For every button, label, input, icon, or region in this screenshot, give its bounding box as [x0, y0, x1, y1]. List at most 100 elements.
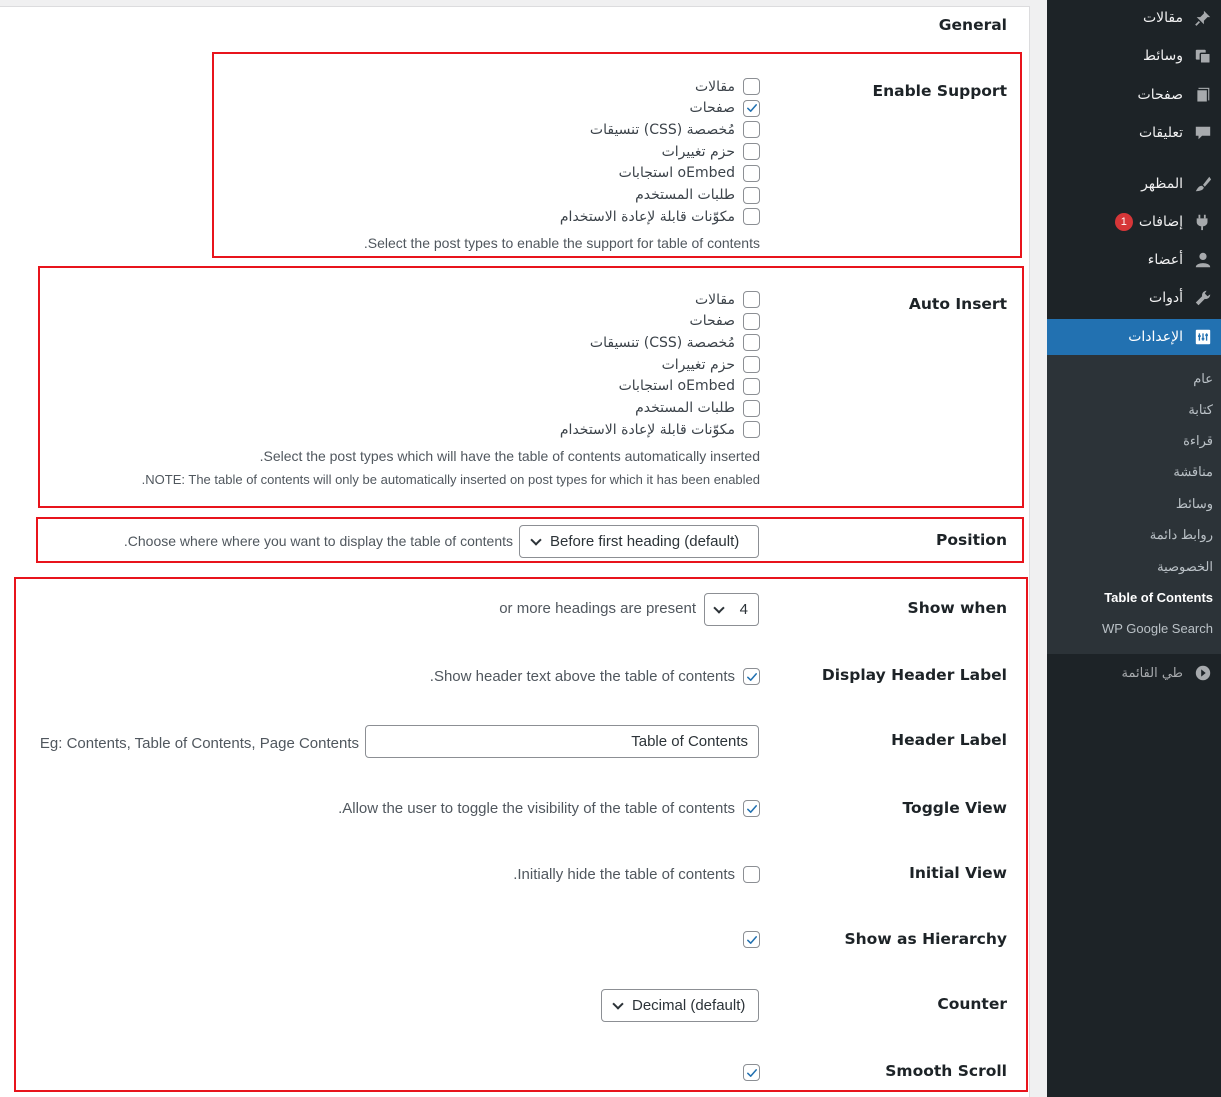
smooth-scroll-checkbox[interactable] [743, 1064, 760, 1081]
users-icon [1193, 250, 1213, 270]
enable-support-option-label: مكوّنات قابلة لإعادة الاستخدام [559, 208, 735, 225]
enable-support-option-checkbox[interactable] [743, 99, 760, 117]
enable-support-option: تنسيقات (CSS) مُخصصة [589, 121, 760, 139]
toggle-view-row: .Allow the user to toggle the visibility… [338, 800, 760, 817]
collapse-menu-button[interactable]: طي القائمة [1047, 655, 1221, 691]
enable-support-option-checkbox[interactable] [743, 121, 760, 139]
admin-sidebar: مقالات وسائط صفحات تعليقات المظهر 1 إضافات أعضا… [1039, 0, 1221, 1097]
current-menu-arrow [1039, 329, 1047, 345]
auto-insert-option: صفحات [690, 312, 760, 330]
settings-submenu: عام كتابة قراءة مناقشة وسائط روابط دائمة الخصو… [1047, 355, 1221, 654]
submenu-item-8[interactable]: Table of Contents [1104, 590, 1213, 605]
auto-insert-option-label: حزم تغييرات [661, 356, 735, 373]
sidebar-item-4[interactable]: تعليقات [1047, 115, 1221, 151]
submenu-item-6[interactable]: روابط دائمة [1150, 527, 1213, 543]
enable-support-option-checkbox[interactable] [743, 143, 760, 161]
update-count-badge: 1 [1114, 213, 1133, 231]
enable-support-option-label: مقالات [694, 78, 735, 95]
submenu-item-4[interactable]: مناقشة [1173, 464, 1213, 480]
show-when-select[interactable]: 4 [704, 593, 759, 626]
enable-support-label: Enable Support [872, 82, 1008, 100]
auto-insert-option-checkbox[interactable] [743, 291, 760, 308]
sidebar-item-label: أعضاء [1147, 252, 1183, 268]
settings-icon [1193, 327, 1213, 347]
sidebar-item-9[interactable]: الإعدادات [1039, 319, 1221, 355]
auto-insert-description: .Select the post types which will have t… [259, 448, 760, 464]
auto-insert-option: مكوّنات قابلة لإعادة الاستخدام [560, 421, 760, 439]
sidebar-item-5[interactable]: المظهر [1047, 166, 1221, 202]
pushpin-icon [1193, 8, 1213, 28]
auto-insert-option-checkbox[interactable] [743, 334, 760, 352]
enable-support-option-checkbox[interactable] [743, 208, 760, 226]
header-label-input[interactable]: Table of Contents [365, 725, 759, 758]
submenu-item-2[interactable]: كتابة [1188, 402, 1213, 418]
auto-insert-option: تنسيقات (CSS) مُخصصة [589, 334, 760, 352]
smooth-scroll-label: Smooth Scroll [885, 1062, 1007, 1080]
show-when-suffix: or more headings are present [499, 600, 696, 617]
display-header-label-checkbox[interactable] [743, 668, 760, 685]
sidebar-item-label: الإعدادات [1128, 329, 1183, 345]
submenu-item-1[interactable]: عام [1193, 371, 1213, 387]
show-as-hierarchy-row [735, 931, 760, 948]
enable-support-description: .Select the post types to enable the sup… [363, 235, 760, 251]
pages-icon [1193, 85, 1213, 105]
sidebar-item-1[interactable]: مقالات [1047, 0, 1221, 36]
show-as-hierarchy-checkbox[interactable] [743, 931, 760, 948]
sidebar-item-3[interactable]: صفحات [1047, 77, 1221, 113]
initial-view-label: Initial View [909, 864, 1007, 882]
position-selected-value: Before first heading (default) [550, 533, 740, 550]
auto-insert-option-checkbox[interactable] [743, 399, 760, 417]
auto-insert-label: Auto Insert [908, 295, 1007, 313]
show-when-value: 4 [739, 601, 748, 618]
submenu-item-5[interactable]: وسائط [1176, 496, 1213, 512]
collapse-menu-label: طي القائمة [1121, 665, 1183, 681]
submenu-item-3[interactable]: قراءة [1183, 433, 1213, 449]
comment-icon [1193, 123, 1213, 143]
enable-support-option-label: صفحات [689, 100, 735, 117]
section-title: General [938, 16, 1007, 34]
admin-screen: General Enable Support مقالات صفحات تنسيقا… [0, 0, 1221, 1097]
auto-insert-option: طلبات المستخدم [635, 399, 760, 417]
plugin-icon [1193, 212, 1213, 232]
toggle-view-description: .Allow the user to toggle the visibility… [338, 800, 735, 817]
auto-insert-option-checkbox[interactable] [743, 356, 760, 374]
sidebar-item-7[interactable]: أعضاء [1047, 242, 1221, 278]
sidebar-item-label: أدوات [1149, 290, 1183, 306]
submenu-item-7[interactable]: الخصوصية [1157, 559, 1213, 575]
header-label-hint: Eg: Contents, Table of Contents, Page Co… [39, 735, 359, 752]
auto-insert-option-checkbox[interactable] [743, 421, 760, 439]
sidebar-item-label: وسائط [1143, 48, 1183, 64]
enable-support-option-checkbox[interactable] [743, 164, 760, 182]
auto-insert-option-label: تنسيقات (CSS) مُخصصة [589, 334, 735, 351]
show-as-hierarchy-label: Show as Hierarchy [844, 930, 1007, 948]
sidebar-item-2[interactable]: وسائط [1047, 38, 1221, 74]
position-label: Position [936, 531, 1007, 549]
enable-support-option-label: استجابات oEmbed [618, 165, 735, 182]
enable-support-option: مكوّنات قابلة لإعادة الاستخدام [559, 208, 760, 226]
enable-support-option: طلبات المستخدم [635, 186, 760, 204]
chevron-down-icon [530, 533, 542, 546]
paintbrush-icon [1193, 174, 1213, 194]
toggle-view-checkbox[interactable] [743, 800, 760, 817]
submenu-item-9[interactable]: WP Google Search [1102, 621, 1213, 636]
display-header-label-description: .Show header text above the table of con… [429, 668, 735, 685]
initial-view-row: .Initially hide the table of contents [513, 866, 760, 883]
sidebar-item-8[interactable]: أدوات [1047, 280, 1221, 316]
sidebar-item-6[interactable]: 1 إضافات [1047, 204, 1221, 240]
sidebar-item-label: تعليقات [1138, 125, 1183, 141]
sidebar-item-label: المظهر [1141, 176, 1183, 192]
auto-insert-option: استجابات oEmbed [619, 377, 760, 395]
initial-view-description: .Initially hide the table of contents [513, 866, 735, 883]
position-select[interactable]: Before first heading (default) [519, 525, 759, 558]
counter-select[interactable]: Decimal (default) [601, 989, 759, 1022]
wrench-icon [1193, 288, 1213, 308]
auto-insert-option: مقالات [695, 291, 760, 308]
auto-insert-option-checkbox[interactable] [743, 377, 760, 395]
initial-view-checkbox[interactable] [743, 866, 760, 883]
enable-support-option-label: تنسيقات (CSS) مُخصصة [589, 121, 735, 138]
sidebar-item-label: مقالات [1142, 10, 1183, 26]
auto-insert-option-checkbox[interactable] [743, 312, 760, 330]
position-description: .Choose where where you want to display … [123, 533, 513, 549]
enable-support-option-checkbox[interactable] [743, 186, 760, 204]
enable-support-option-checkbox[interactable] [743, 78, 760, 95]
